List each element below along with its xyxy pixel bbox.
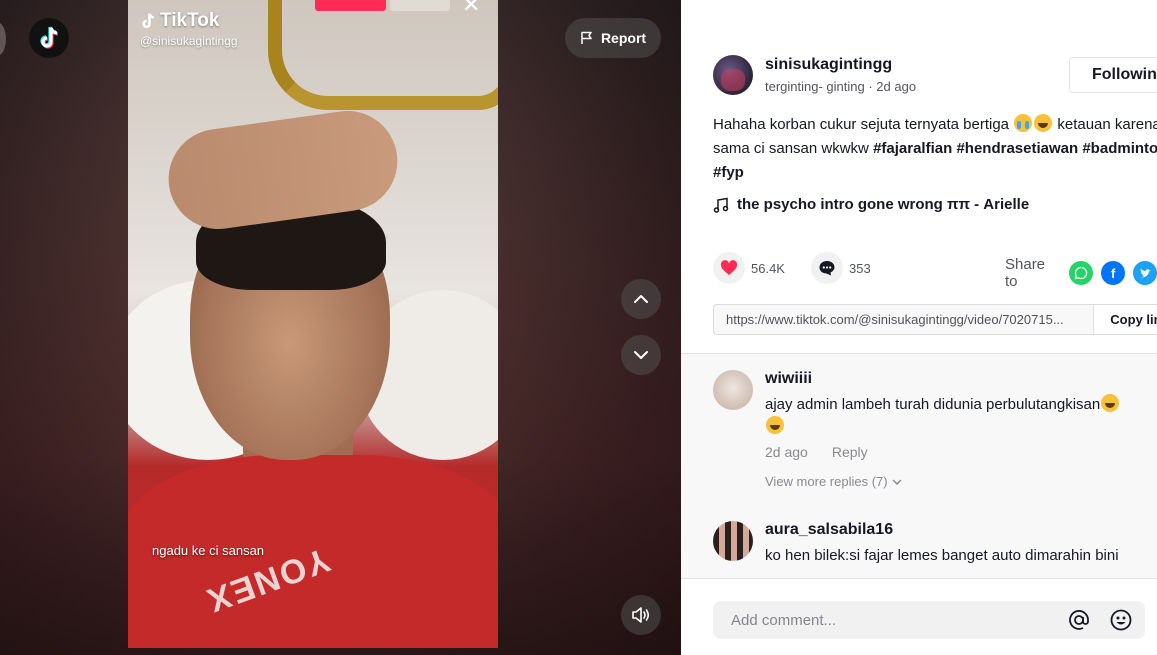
view-more-replies-button[interactable]: View more replies (7) bbox=[765, 474, 1145, 489]
twitter-icon[interactable] bbox=[1133, 261, 1157, 285]
music-title: the psycho intro gone wrong ππ - Arielle bbox=[737, 196, 1030, 213]
comment-button[interactable] bbox=[810, 252, 843, 284]
watermark-username: @sinisukagintingg bbox=[140, 34, 238, 48]
progress-segment-active bbox=[315, 0, 386, 11]
facebook-icon[interactable]: f bbox=[1101, 261, 1126, 285]
hashtag-link[interactable]: #hendrasetiawan bbox=[956, 140, 1078, 157]
music-link[interactable]: the psycho intro gone wrong ππ - Arielle bbox=[713, 196, 1029, 213]
share-row: Share to f bbox=[1005, 256, 1157, 290]
volume-button[interactable] bbox=[621, 595, 661, 635]
author-info: sinisukagintingg terginting- ginting · 2… bbox=[713, 55, 916, 95]
report-button[interactable]: Report bbox=[565, 18, 661, 58]
comment-count: 353 bbox=[848, 260, 871, 276]
comment-bubble-icon bbox=[819, 261, 835, 276]
copy-link-button[interactable]: Copy link bbox=[1093, 305, 1157, 334]
description-line1: Hahaha korban cukur sejuta ternyata bert… bbox=[713, 116, 1014, 133]
comment-time: 2d ago bbox=[765, 444, 808, 460]
video-description: Hahaha korban cukur sejuta ternyata bert… bbox=[713, 113, 1157, 185]
details-panel: sinisukagintingg terginting- ginting · 2… bbox=[681, 0, 1157, 655]
comment-avatar[interactable] bbox=[713, 370, 753, 410]
comment-username[interactable]: wiwiiii bbox=[765, 370, 1145, 388]
chevron-up-icon bbox=[634, 295, 648, 303]
watermark-brand: TikTok bbox=[160, 10, 220, 31]
post-time: 2d ago bbox=[876, 79, 917, 94]
video-caption: ngadu ke ci sansan bbox=[152, 543, 265, 558]
comment-username[interactable]: aura_salsabila16 bbox=[765, 521, 1145, 539]
emoji-icon[interactable] bbox=[1109, 608, 1133, 632]
like-count: 56.4K bbox=[751, 260, 785, 276]
description-line2: sama ci sansan wkwkw bbox=[713, 140, 874, 157]
previous-video-button[interactable] bbox=[621, 279, 661, 319]
hashtag-link[interactable]: #badminton bbox=[1082, 140, 1157, 157]
close-icon[interactable]: ✕ bbox=[462, 0, 480, 18]
comment-item: aura_salsabila16 ko hen bilek:si fajar l… bbox=[713, 521, 1145, 567]
comment-text: ajay admin lambeh turah didunia perbulut… bbox=[765, 394, 1145, 438]
rofl-face-icon bbox=[1034, 114, 1053, 132]
separator: · bbox=[864, 79, 877, 94]
author-nickname: terginting- ginting bbox=[765, 79, 865, 94]
author-subline: terginting- ginting · 2d ago bbox=[765, 79, 916, 94]
tiktok-page: YONEX ✕ TikTok @sinisukagintingg ngadu k… bbox=[0, 0, 1157, 655]
video-watermark: TikTok @sinisukagintingg bbox=[140, 10, 238, 48]
like-button[interactable] bbox=[713, 252, 745, 284]
heart-icon bbox=[720, 260, 738, 275]
rofl-face-icon bbox=[766, 416, 784, 434]
comment-text: ko hen bilek:si fajar lemes banget auto … bbox=[765, 547, 1119, 564]
video-url[interactable]: https://www.tiktok.com/@sinisukagintingg… bbox=[714, 312, 1093, 327]
rofl-face-icon bbox=[1101, 394, 1120, 412]
speaker-icon bbox=[632, 607, 650, 623]
video-link-box: https://www.tiktok.com/@sinisukagintingg… bbox=[713, 304, 1157, 335]
progress-segment bbox=[390, 0, 450, 11]
top-progress-bars bbox=[315, 0, 450, 11]
whatsapp-icon[interactable] bbox=[1069, 261, 1094, 285]
chevron-down-icon bbox=[634, 351, 648, 359]
flag-icon bbox=[581, 31, 592, 44]
chevron-down-icon bbox=[892, 479, 902, 485]
music-note-icon bbox=[713, 197, 729, 213]
reply-button[interactable]: Reply bbox=[832, 444, 868, 460]
hashtag-link[interactable]: #fajaralfian bbox=[873, 140, 952, 157]
comment-input[interactable] bbox=[731, 611, 1049, 629]
hashtag-link[interactable]: #fyp bbox=[713, 164, 744, 181]
engagement-actions: 56.4K 353 bbox=[713, 252, 897, 284]
report-label: Report bbox=[600, 30, 647, 46]
video-area: YONEX ✕ TikTok @sinisukagintingg ngadu k… bbox=[0, 0, 681, 655]
tiktok-logo-icon bbox=[40, 26, 59, 49]
share-label: Share to bbox=[1005, 256, 1046, 290]
tiktok-note-icon bbox=[142, 13, 154, 29]
tiktok-logo-button[interactable] bbox=[29, 18, 69, 58]
mention-icon[interactable] bbox=[1067, 608, 1091, 632]
divider bbox=[681, 578, 1157, 579]
next-video-button[interactable] bbox=[621, 335, 661, 375]
crying-face-icon bbox=[1014, 114, 1033, 132]
comment-item: wiwiiii ajay admin lambeh turah didunia … bbox=[713, 370, 1145, 489]
author-avatar[interactable] bbox=[713, 55, 753, 95]
comment-input-bar bbox=[713, 601, 1145, 639]
author-username[interactable]: sinisukagintingg bbox=[765, 56, 916, 74]
description-line1-tail: ketauan karena ngadu bbox=[1057, 116, 1157, 133]
comment-avatar[interactable] bbox=[713, 521, 753, 561]
following-button[interactable]: Following bbox=[1069, 57, 1157, 93]
comment-list[interactable]: wiwiiii ajay admin lambeh turah didunia … bbox=[681, 354, 1157, 578]
